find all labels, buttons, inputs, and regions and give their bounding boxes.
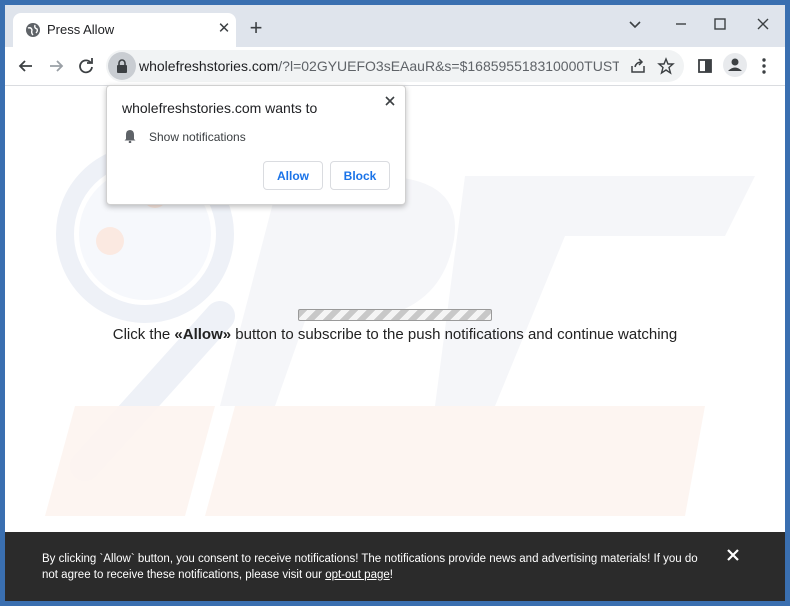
- message-prefix: Click the: [112, 326, 175, 343]
- reload-icon[interactable]: [75, 55, 97, 77]
- side-panel-icon[interactable]: [694, 55, 716, 77]
- forward-arrow-icon[interactable]: [45, 55, 67, 77]
- new-tab-button[interactable]: +: [245, 17, 267, 40]
- address-bar[interactable]: wholefreshstories.com/?l=02GYUEFO3sEAauR…: [106, 50, 684, 82]
- tab-press-allow[interactable]: Press Allow ✕: [13, 13, 236, 47]
- consent-banner: By clicking `Allow` button, you consent …: [5, 532, 785, 601]
- toolbar: wholefreshstories.com/?l=02GYUEFO3sEAauR…: [5, 47, 785, 86]
- message-allow-emphasis: «Allow»: [174, 326, 232, 343]
- person-icon: [728, 58, 742, 71]
- popup-close-icon[interactable]: [381, 92, 399, 110]
- bell-icon: [124, 130, 136, 143]
- block-button[interactable]: Block: [330, 161, 390, 190]
- tab-strip: Press Allow ✕ +: [5, 5, 785, 47]
- instruction-message: Click the «Allow» button to subscribe to…: [5, 326, 785, 343]
- permission-label: Show notifications: [149, 130, 246, 144]
- globe-icon: [26, 23, 40, 37]
- site-info-button[interactable]: [108, 52, 136, 80]
- allow-button[interactable]: Allow: [263, 161, 323, 190]
- tab-close-icon[interactable]: ✕: [215, 20, 233, 38]
- page-content: Click the «Allow» button to subscribe to…: [5, 85, 785, 601]
- loading-progress-bar: [298, 309, 492, 321]
- more-menu-icon[interactable]: [753, 55, 775, 77]
- opt-out-link[interactable]: opt-out page: [325, 569, 390, 581]
- chevron-down-icon[interactable]: [625, 14, 645, 34]
- banner-text: By clicking `Allow` button, you consent …: [42, 551, 712, 583]
- bookmark-star-icon[interactable]: [657, 57, 675, 75]
- browser-window: Press Allow ✕ + wholefreshstories.com/?l…: [5, 5, 785, 601]
- message-suffix: button to subscribe to the push notifica…: [231, 326, 678, 343]
- tab-title: Press Allow: [47, 22, 115, 37]
- url-path: /?l=02GYUEFO3sEAauR&s=$168595518310000TU…: [278, 58, 619, 74]
- popup-title: wholefreshstories.com wants to: [122, 100, 318, 116]
- banner-close-icon[interactable]: [725, 547, 741, 563]
- notification-permission-popup: wholefreshstories.com wants to Show noti…: [106, 85, 406, 205]
- url-host: wholefreshstories.com: [139, 58, 279, 74]
- banner-message-end: !: [389, 569, 393, 581]
- share-icon[interactable]: [629, 58, 647, 74]
- back-arrow-icon[interactable]: [15, 55, 37, 77]
- url-text: wholefreshstories.com/?l=02GYUEFO3sEAauR…: [139, 58, 619, 74]
- close-icon[interactable]: [753, 14, 773, 34]
- profile-avatar[interactable]: [723, 53, 747, 77]
- minimize-icon[interactable]: [671, 14, 691, 34]
- lock-icon: [117, 59, 127, 73]
- maximize-icon[interactable]: [710, 14, 730, 34]
